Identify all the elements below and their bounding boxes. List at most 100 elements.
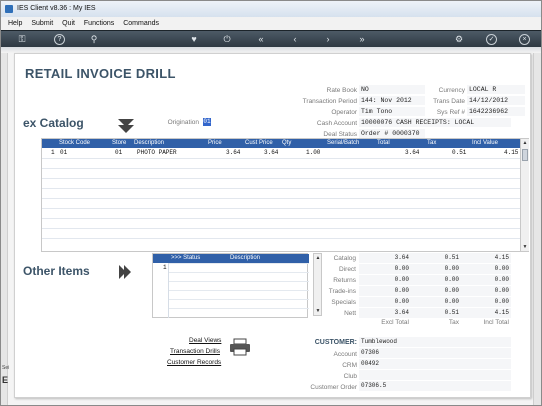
left-panel-label: Sei [2, 365, 10, 371]
sys-ref-value: 1642236962 [469, 108, 509, 115]
other-items-rows[interactable] [168, 263, 309, 318]
totals-row-direct: 0.00 0.00 0.00 [359, 264, 511, 274]
totals-incl-value: 4.15 [494, 254, 509, 261]
check-icon[interactable]: ✓ [486, 34, 497, 45]
totals-trade-ins-label: Trade-ins [328, 288, 356, 295]
col-status[interactable]: >>> Status [171, 254, 200, 263]
totals-tax-value: 0.00 [444, 276, 459, 283]
other-items-row-number: 1 [163, 264, 167, 271]
totals-excl-value: 0.00 [394, 265, 409, 272]
menu-submit[interactable]: Submit [31, 17, 53, 30]
col-qty[interactable]: Qty [282, 139, 291, 148]
catalog-grid: Stock Code Store Description Price Cust … [41, 138, 529, 252]
totals-incl-value: 4.15 [494, 309, 509, 316]
transaction-period-value: 144: Nov 2012 [361, 97, 412, 104]
totals-scrollbar[interactable]: ▲ ▼ [313, 253, 322, 316]
scroll-thumb[interactable] [522, 149, 528, 161]
deal-status-label: Deal Status [323, 131, 357, 138]
invoice-drill-panel: RETAIL INVOICE DRILL Rate Book NO Transa… [14, 53, 531, 398]
forward-arrow-icon[interactable] [117, 263, 133, 281]
empty-row [42, 158, 520, 168]
menu-commands[interactable]: Commands [123, 17, 159, 30]
empty-row [42, 228, 520, 238]
transaction-drills-link[interactable]: Transaction Drills [170, 348, 220, 355]
col-description[interactable]: Description [134, 139, 164, 148]
totals-excl-value: 0.00 [394, 298, 409, 305]
totals-tax-value: 0.00 [444, 265, 459, 272]
help-icon[interactable]: ? [54, 34, 65, 45]
col-store[interactable]: Store [112, 139, 126, 148]
print-icon[interactable] [229, 338, 251, 356]
power-icon[interactable]: ⏻ [220, 33, 234, 45]
totals-row-catalog: 3.64 0.51 4.15 [359, 253, 511, 263]
totals-incl-value: 0.00 [494, 265, 509, 272]
cell-price: 3.64 [226, 149, 241, 156]
totals-tax-value: 0.51 [444, 254, 459, 261]
forward-icon[interactable]: › [321, 33, 335, 45]
operator-label: Operator [331, 109, 357, 116]
deal-views-link[interactable]: Deal Views [189, 337, 221, 344]
operator-value: Tim Tono [361, 108, 393, 115]
left-side-panel: Sei E [1, 53, 10, 405]
fast-forward-icon[interactable]: » [355, 33, 369, 45]
sys-ref-label: Sys Ref # [436, 109, 465, 116]
empty-row [42, 208, 520, 218]
title-bar: IES Client v8.36 : My IES [1, 1, 541, 17]
col-other-description[interactable]: Description [230, 254, 260, 263]
col-price[interactable]: Price [208, 139, 222, 148]
cash-account-value: 10000076 CASH RECEIPTS: LOCAL [361, 119, 475, 126]
customer-label: CUSTOMER: [314, 339, 357, 346]
app-icon [5, 5, 13, 13]
download-arrow-icon[interactable] [116, 116, 136, 134]
empty-row [42, 198, 520, 208]
back-icon[interactable]: ‹ [288, 33, 302, 45]
col-stock-code[interactable]: Stock Code [59, 139, 90, 148]
col-cust-price[interactable]: Cust Price [245, 139, 273, 148]
totals-row-nett: 3.64 0.51 4.15 [359, 308, 511, 318]
list-item[interactable] [169, 281, 309, 290]
catalog-scrollbar[interactable]: ▲ ▼ [520, 139, 529, 251]
list-item[interactable] [169, 263, 309, 272]
rate-book-value: NO [361, 86, 369, 93]
origination-value[interactable]: 01 [203, 118, 211, 126]
customer-name: Tumblewood [359, 337, 511, 347]
col-incl-value[interactable]: Incl Value [472, 139, 498, 148]
close-icon[interactable]: × [519, 34, 530, 45]
cell-qty: 1.00 [306, 149, 321, 156]
totals-incl-value: 0.00 [494, 298, 509, 305]
list-item[interactable] [169, 272, 309, 281]
row-number: 1 [51, 149, 55, 156]
col-serial-batch[interactable]: Serial/Batch [327, 139, 359, 148]
key-icon[interactable]: ⚿ [15, 33, 29, 45]
heart-icon[interactable]: ♥ [187, 33, 201, 45]
customer-records-link[interactable]: Customer Records [167, 359, 221, 366]
menu-functions[interactable]: Functions [84, 17, 114, 30]
totals-direct-label: Direct [339, 266, 356, 273]
scroll-up-icon[interactable]: ▲ [521, 139, 529, 147]
cell-cust-price: 3.64 [264, 149, 279, 156]
window-title: IES Client v8.36 : My IES [17, 5, 96, 12]
table-row[interactable]: 1 01 01 PHOTO PAPER 3.64 3.64 1.00 3.64 … [42, 148, 520, 157]
menu-quit[interactable]: Quit [62, 17, 75, 30]
list-item[interactable] [169, 290, 309, 299]
scroll-down-icon[interactable]: ▼ [521, 243, 529, 251]
empty-row [42, 178, 520, 188]
transaction-period-label: Transaction Period [302, 98, 357, 105]
trans-date-value: 14/12/2012 [469, 97, 509, 104]
col-tax[interactable]: Tax [427, 139, 436, 148]
incl-total-label: Incl Total [483, 319, 509, 326]
totals-row-returns: 0.00 0.00 0.00 [359, 275, 511, 285]
cell-total: 3.64 [405, 149, 420, 156]
rewind-icon[interactable]: « [254, 33, 268, 45]
cell-incl-value: 4.15 [504, 149, 519, 156]
col-total[interactable]: Total [377, 139, 390, 148]
list-item[interactable] [169, 308, 309, 317]
tax-total-label: Tax [448, 319, 459, 326]
settings-icon[interactable]: ⚙ [452, 33, 466, 45]
totals-excl-value: 3.64 [394, 309, 409, 316]
search-icon[interactable]: ⚲ [87, 33, 101, 45]
deal-status-value: Order # 0000370 [361, 130, 420, 137]
list-item[interactable] [169, 299, 309, 308]
menu-help[interactable]: Help [8, 17, 22, 30]
crm-value: 00492 [359, 359, 511, 369]
